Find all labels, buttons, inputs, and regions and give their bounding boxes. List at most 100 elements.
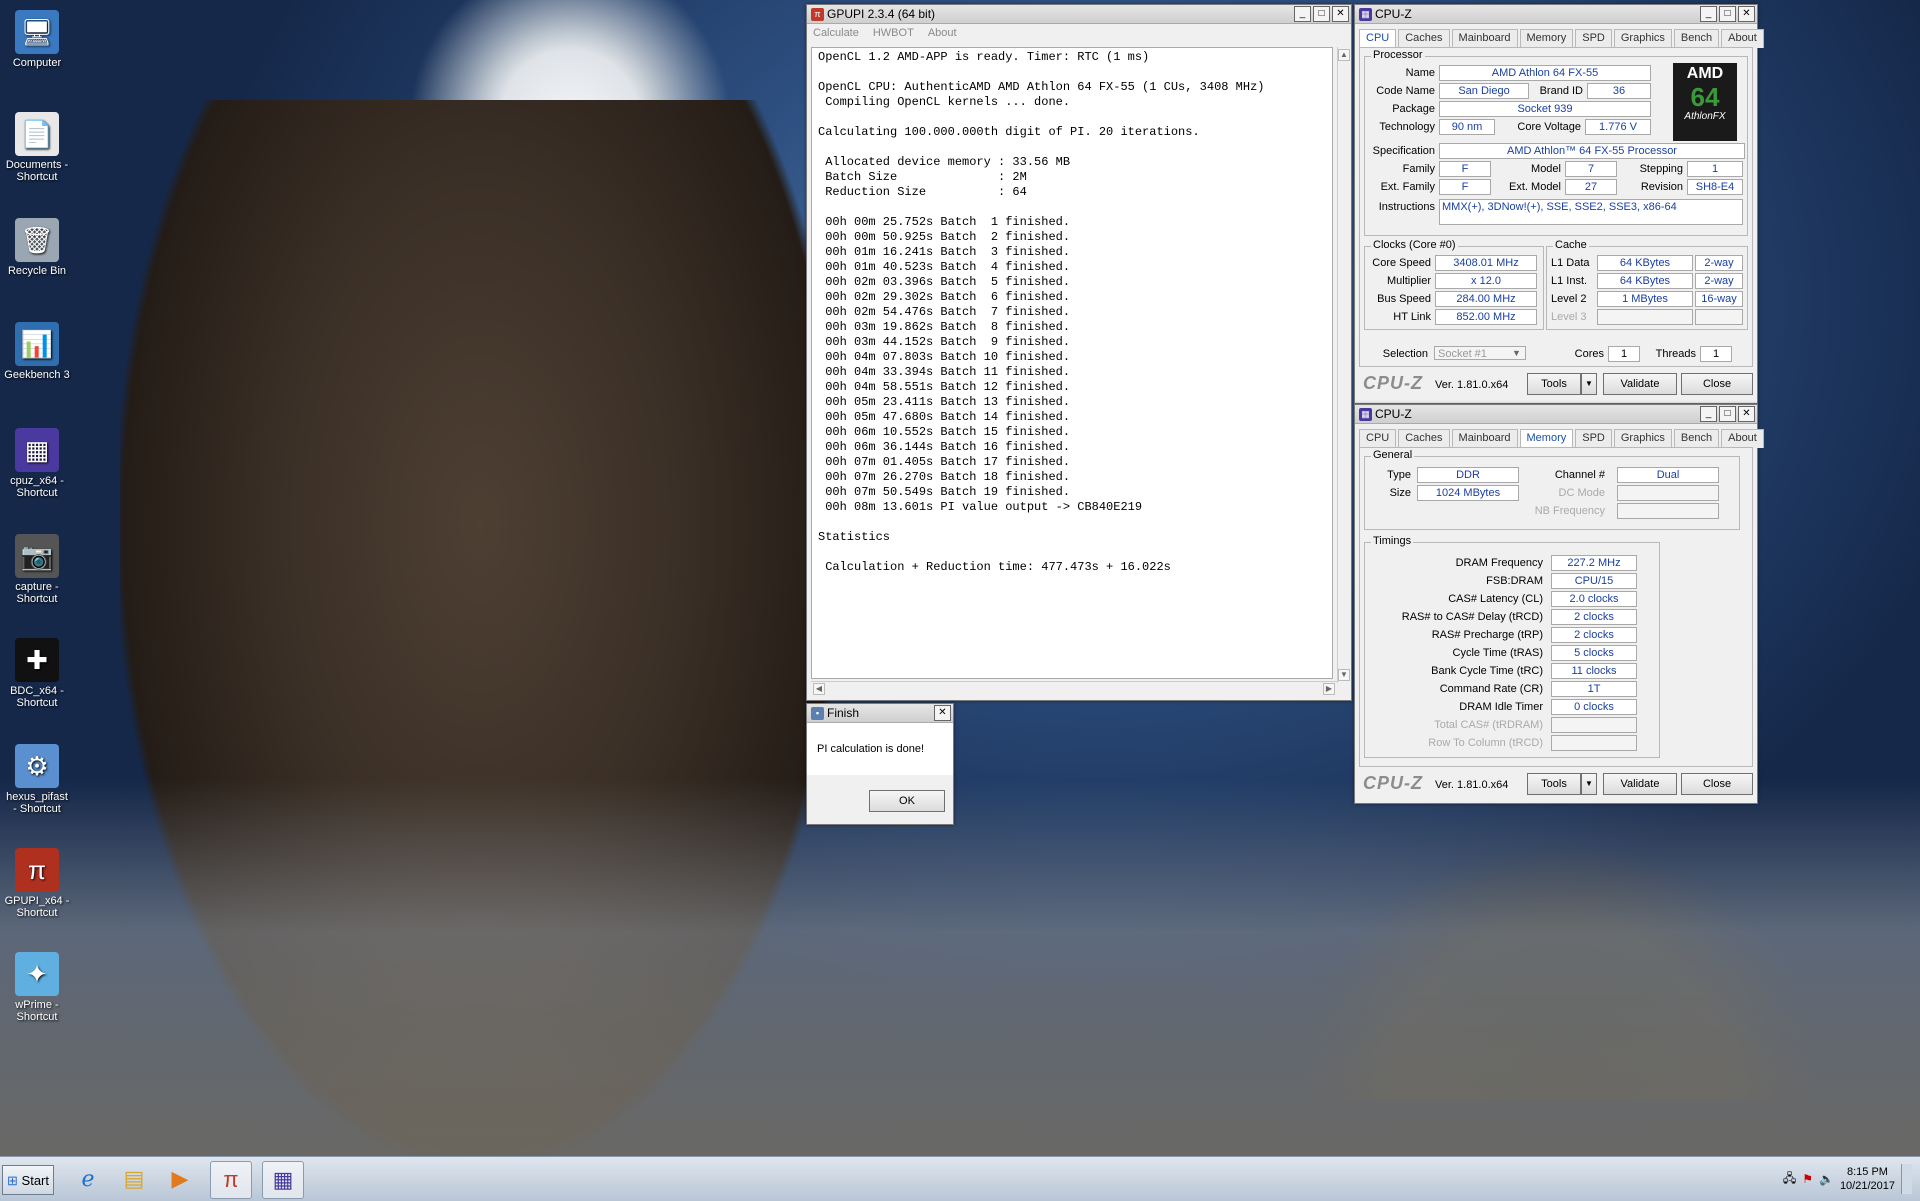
console-line: 00h 02m 54.476s Batch 7 finished.	[818, 305, 1071, 319]
scroll-up-icon[interactable]: ▲	[1338, 49, 1350, 61]
tab-caches[interactable]: Caches	[1398, 29, 1450, 48]
timing-label: RAS# Precharge (tRP)	[1431, 629, 1543, 641]
media-player-icon[interactable]: ▶	[160, 1161, 200, 1197]
pifast-icon: ⚙	[15, 744, 59, 788]
console-line: 00h 06m 36.144s Batch 16 finished.	[818, 440, 1071, 454]
tools-button[interactable]: Tools	[1527, 373, 1581, 395]
level3-label: Level 3	[1551, 311, 1587, 323]
finish-dialog[interactable]: ▪ Finish ✕ PI calculation is done! OK	[806, 703, 954, 825]
gpupi-taskbar-icon[interactable]: π	[210, 1161, 252, 1199]
tab-caches[interactable]: Caches	[1398, 429, 1450, 448]
desktop-icon[interactable]: 📷 capture - Shortcut	[4, 534, 70, 605]
desktop-icon[interactable]: ✚ BDC_x64 - Shortcut	[4, 638, 70, 709]
cpuz-cpu-window[interactable]: ▦ CPU-Z _ □ ✕ CPU Caches Mainboard Memory SP…	[1354, 4, 1764, 404]
dialog-app-icon: ▪	[811, 706, 824, 720]
finish-titlebar[interactable]: ▪ Finish ✕	[807, 704, 953, 723]
cpuz-taskbar-icon[interactable]: ▦	[262, 1161, 304, 1199]
desktop-icon[interactable]: 📊 Geekbench 3	[4, 322, 70, 381]
close-window-button[interactable]: Close	[1681, 373, 1753, 395]
vertical-scrollbar[interactable]: ▲ ▼	[1337, 47, 1350, 683]
cpuz-memory-window[interactable]: ▦ CPU-Z _ □ ✕ CPU Caches Mainboard Memory SP…	[1354, 404, 1764, 804]
cpuz-titlebar[interactable]: ▦ CPU-Z _ □ ✕	[1355, 405, 1757, 424]
finish-message: PI calculation is done!	[807, 723, 953, 775]
desktop-icon[interactable]: ▦ cpuz_x64 - Shortcut	[4, 428, 70, 499]
busspeed-value: 284.00 MHz	[1435, 291, 1537, 307]
menu-calculate[interactable]: Calculate	[813, 27, 859, 39]
tray-volume-icon[interactable]: 🔈	[1819, 1172, 1834, 1186]
tab-about[interactable]: About	[1721, 29, 1764, 48]
gpupi-window[interactable]: π GPUPI 2.3.4 (64 bit) _ □ ✕ Calculate H…	[806, 4, 1352, 701]
minimize-button[interactable]: _	[1294, 6, 1311, 22]
tab-about[interactable]: About	[1721, 429, 1764, 448]
internet-explorer-icon[interactable]: ℯ	[68, 1161, 108, 1197]
tab-memory[interactable]: Memory	[1519, 29, 1574, 48]
tab-bench[interactable]: Bench	[1673, 429, 1720, 448]
tab-bench[interactable]: Bench	[1673, 29, 1720, 48]
tab-graphics[interactable]: Graphics	[1613, 29, 1672, 48]
desktop-icon-label: cpuz_x64 - Shortcut	[10, 475, 64, 499]
minimize-button[interactable]: _	[1700, 406, 1717, 422]
desktop-icon[interactable]: 🗑 Recycle Bin	[4, 218, 70, 277]
menu-hwbot[interactable]: HWBOT	[873, 27, 914, 39]
close-button[interactable]: ✕	[1332, 6, 1349, 22]
file-explorer-icon[interactable]: ▤	[114, 1161, 154, 1197]
desktop-icon[interactable]: ✦ wPrime - Shortcut	[4, 952, 70, 1023]
console-line: Reduction Size : 64	[818, 185, 1027, 199]
tools-dropdown-icon[interactable]: ▼	[1581, 773, 1597, 795]
menu-about[interactable]: About	[928, 27, 957, 39]
ok-button[interactable]: OK	[869, 790, 945, 812]
gpupi-output-console[interactable]: OpenCL 1.2 AMD-APP is ready. Timer: RTC …	[811, 47, 1333, 679]
size-label: Size	[1389, 487, 1411, 499]
maximize-button[interactable]: □	[1719, 6, 1736, 22]
desktop-icon[interactable]: π GPUPI_x64 - Shortcut	[4, 848, 70, 919]
cpuz-titlebar[interactable]: ▦ CPU-Z _ □ ✕	[1355, 5, 1757, 24]
close-button[interactable]: ✕	[1738, 6, 1755, 22]
tab-spd[interactable]: SPD	[1575, 429, 1612, 448]
tab-spd[interactable]: SPD	[1575, 29, 1612, 48]
console-line: OpenCL CPU: AuthenticAMD AMD Athlon 64 F…	[818, 80, 1265, 94]
show-desktop-button[interactable]	[1901, 1164, 1912, 1194]
amd64-logo-text: 64	[1690, 82, 1720, 112]
tab-mainboard[interactable]: Mainboard	[1451, 29, 1518, 48]
scroll-down-icon[interactable]: ▼	[1338, 669, 1350, 681]
tools-dropdown-icon[interactable]: ▼	[1581, 373, 1597, 395]
close-button[interactable]: ✕	[1738, 406, 1755, 422]
desktop-icon[interactable]: ⚙ hexus_pifast - Shortcut	[4, 744, 70, 815]
timing-value	[1551, 735, 1637, 751]
clock[interactable]: 8:15 PM 10/21/2017	[1840, 1165, 1895, 1193]
cache-group: Cache L1 Data 64 KBytes 2-way L1 Inst. 6…	[1546, 239, 1748, 330]
tab-mainboard[interactable]: Mainboard	[1451, 429, 1518, 448]
tab-memory[interactable]: Memory	[1519, 429, 1574, 448]
close-window-button[interactable]: Close	[1681, 773, 1753, 795]
tab-cpu[interactable]: CPU	[1359, 429, 1397, 448]
desktop-icon[interactable]: 📄 Documents - Shortcut	[4, 112, 70, 183]
console-line: 00h 01m 16.241s Batch 3 finished.	[818, 245, 1071, 259]
tray-network-icon[interactable]: 🖧	[1783, 1169, 1796, 1190]
console-line: 00h 04m 58.551s Batch 12 finished.	[818, 380, 1071, 394]
validate-button[interactable]: Validate	[1603, 373, 1677, 395]
extfamily-value: F	[1439, 179, 1491, 195]
general-group: General Type DDR Size 1024 MBytes Channe…	[1364, 449, 1740, 530]
processor-group-label: Processor	[1371, 49, 1425, 61]
minimize-button[interactable]: _	[1700, 6, 1717, 22]
technology-label: Technology	[1379, 121, 1435, 133]
tray-flag-icon[interactable]: ⚑	[1802, 1172, 1813, 1186]
desktop-icon[interactable]: 🖥 Computer	[4, 10, 70, 69]
console-line: 00h 05m 47.680s Batch 14 finished.	[818, 410, 1071, 424]
tab-cpu[interactable]: CPU	[1359, 29, 1397, 48]
scroll-right-icon[interactable]: ▶	[1323, 683, 1335, 695]
maximize-button[interactable]: □	[1719, 406, 1736, 422]
busspeed-label: Bus Speed	[1377, 293, 1431, 305]
tools-button[interactable]: Tools	[1527, 773, 1581, 795]
gpupi-titlebar[interactable]: π GPUPI 2.3.4 (64 bit) _ □ ✕	[807, 5, 1351, 24]
start-button[interactable]: ⊞ Start	[2, 1165, 54, 1195]
maximize-button[interactable]: □	[1313, 6, 1330, 22]
finish-close-button[interactable]: ✕	[934, 705, 951, 721]
tab-graphics[interactable]: Graphics	[1613, 429, 1672, 448]
spec-label: Specification	[1372, 145, 1435, 157]
validate-button[interactable]: Validate	[1603, 773, 1677, 795]
chevron-down-icon[interactable]: ▼	[1512, 348, 1521, 358]
horizontal-scrollbar[interactable]: ◀ ▶	[811, 681, 1337, 696]
athlonfx-logo-text: AthlonFX	[1684, 111, 1726, 122]
scroll-left-icon[interactable]: ◀	[813, 683, 825, 695]
